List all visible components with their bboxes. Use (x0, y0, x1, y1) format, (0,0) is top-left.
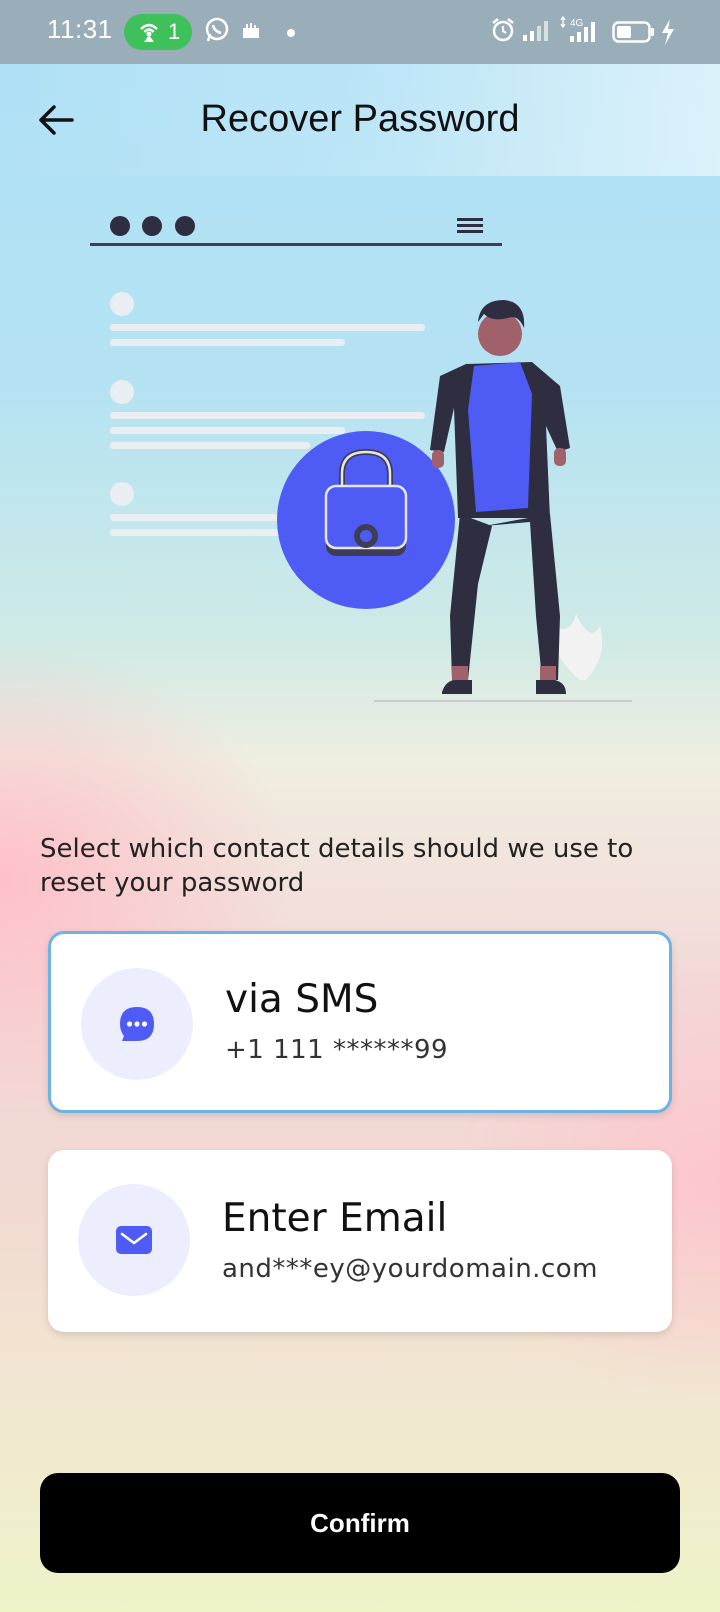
option-email[interactable]: Enter Email and***ey@yourdomain.com (48, 1150, 672, 1332)
dot-icon (287, 29, 295, 37)
option-icon-badge (78, 1184, 190, 1296)
option-icon-badge (81, 968, 193, 1080)
signal-icon (523, 21, 548, 41)
mail-icon (116, 1226, 152, 1254)
hotspot-icon (140, 23, 158, 42)
page-title: Recover Password (200, 98, 520, 140)
hotspot-count: 1 (168, 19, 181, 44)
confirm-button[interactable]: Confirm (40, 1473, 680, 1573)
status-time: 11:31 (47, 14, 113, 44)
option-value: and***ey@yourdomain.com (222, 1254, 598, 1284)
network-label: 4G (570, 18, 584, 29)
option-value: +1 111 ******99 (225, 1035, 449, 1065)
option-sms[interactable]: via SMS +1 111 ******99 (48, 931, 672, 1113)
hotspot-badge: 1 (124, 14, 192, 50)
status-bar: 11:31 1 4G (0, 0, 720, 64)
instruction-text: Select which contact details should we u… (40, 834, 634, 898)
lock-illustration (90, 216, 632, 702)
charging-icon (662, 19, 674, 45)
alarm-icon (492, 18, 514, 42)
chat-bubble-icon (120, 1007, 154, 1041)
app-header: Recover Password (0, 64, 720, 176)
notification-icon (243, 23, 259, 38)
option-title: via SMS (225, 977, 379, 1022)
battery-icon (612, 21, 654, 43)
whatsapp-icon (205, 17, 229, 42)
option-title: Enter Email (222, 1196, 448, 1241)
signal-4g-icon: 4G (560, 16, 595, 42)
